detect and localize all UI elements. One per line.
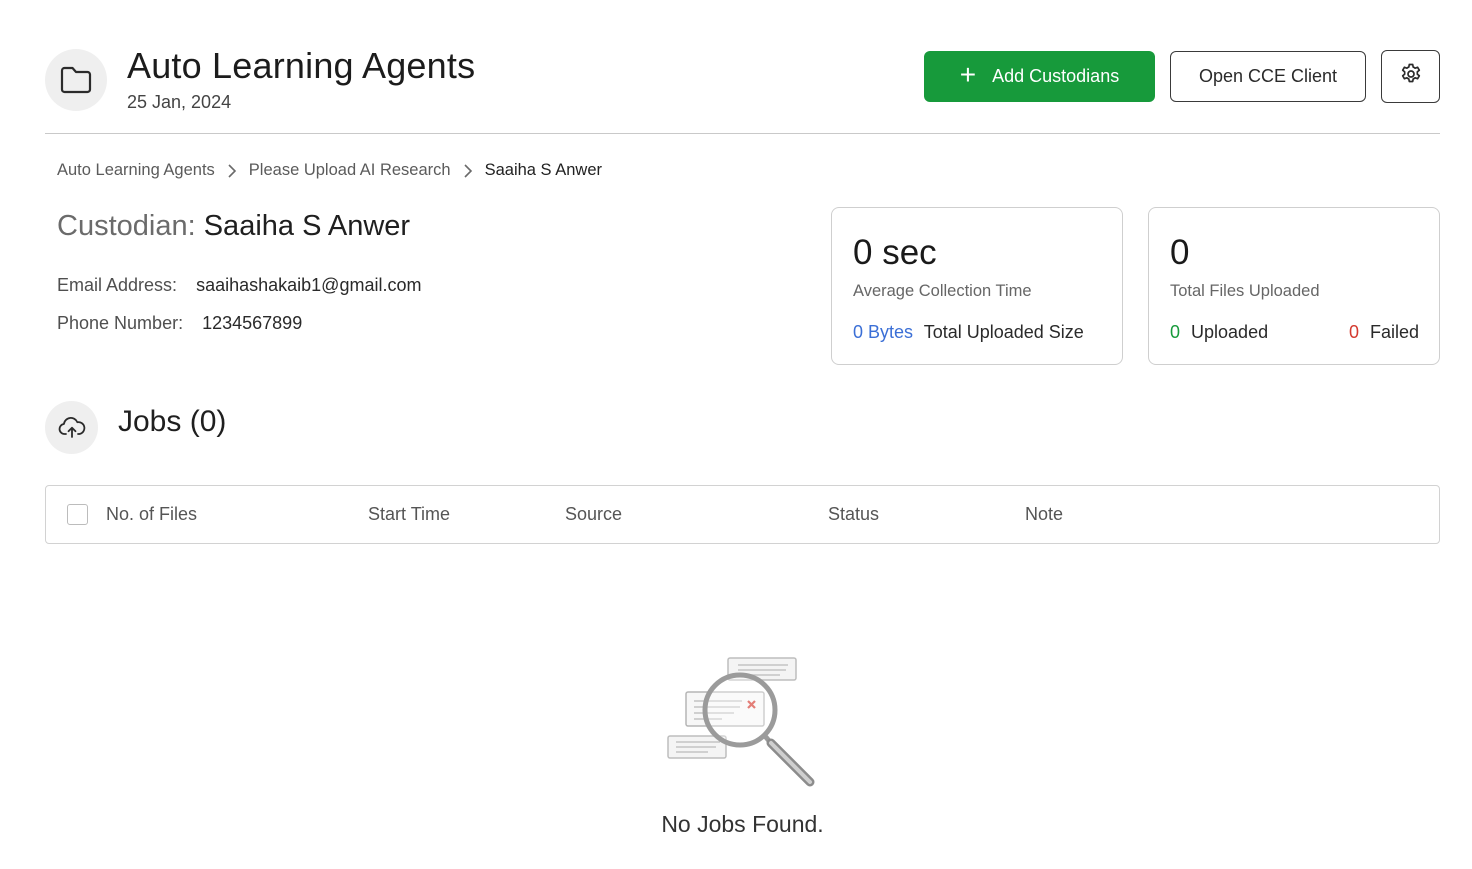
breadcrumb: Auto Learning Agents Please Upload AI Re…: [57, 161, 602, 180]
phone-label: Phone Number:: [57, 313, 184, 333]
settings-button[interactable]: [1381, 50, 1440, 103]
average-collection-time-label: Average Collection Time: [853, 282, 1032, 300]
breadcrumb-item-collection[interactable]: Please Upload AI Research: [249, 161, 451, 180]
uploaded-count-label: Uploaded: [1191, 322, 1269, 342]
uploaded-count-value: 0: [1170, 322, 1181, 342]
cloud-upload-icon: [45, 401, 98, 454]
uploaded-size-label: Total Uploaded Size: [923, 322, 1084, 342]
uploaded-size-row: 0 Bytes Total Uploaded Size: [853, 322, 1084, 343]
phone-row: Phone Number: 1234567899: [57, 313, 302, 334]
email-value: saaihashakaib1@gmail.com: [196, 275, 422, 295]
empty-state-message: No Jobs Found.: [661, 811, 824, 837]
total-files-label: Total Files Uploaded: [1170, 282, 1320, 300]
phone-value: 1234567899: [202, 313, 303, 333]
add-custodians-label: Add Custodians: [992, 66, 1120, 86]
chevron-right-icon: [463, 163, 473, 179]
open-cce-client-button[interactable]: Open CCE Client: [1170, 51, 1366, 102]
total-files-value: 0: [1170, 233, 1190, 272]
column-start-time[interactable]: Start Time: [368, 504, 450, 525]
custodian-heading: Custodian: Saaiha S Anwer: [57, 210, 410, 243]
chevron-right-icon: [227, 163, 237, 179]
plus-icon: +: [959, 59, 977, 90]
gear-icon: [1399, 62, 1423, 91]
breadcrumb-item-custodian: Saaiha S Anwer: [484, 161, 603, 179]
column-note[interactable]: Note: [1025, 504, 1063, 525]
breadcrumb-item-project[interactable]: Auto Learning Agents: [57, 161, 215, 180]
custodian-heading-label: Custodian:: [57, 210, 196, 242]
page-header: Auto Learning Agents 25 Jan, 2024 + Add …: [45, 45, 1440, 134]
column-source[interactable]: Source: [565, 504, 622, 525]
jobs-table-header: No. of Files Start Time Source Status No…: [45, 485, 1440, 544]
custodian-name: Saaiha S Anwer: [203, 210, 411, 242]
select-all-checkbox[interactable]: [67, 504, 88, 525]
failed-count-value: 0: [1348, 322, 1359, 342]
collection-time-card: 0 sec Average Collection Time 0 Bytes To…: [831, 207, 1123, 365]
files-uploaded-card: 0 Total Files Uploaded 0 Uploaded 0 Fail…: [1148, 207, 1440, 365]
uploaded-size-value: 0 Bytes: [853, 322, 914, 342]
project-title: Auto Learning Agents: [127, 45, 476, 86]
failed-count-label: Failed: [1369, 322, 1419, 342]
folder-icon: [45, 49, 107, 111]
add-custodians-button[interactable]: + Add Custodians: [924, 51, 1155, 102]
average-collection-time-value: 0 sec: [853, 233, 937, 272]
email-label: Email Address:: [57, 275, 178, 295]
email-row: Email Address: saaihashakaib1@gmail.com: [57, 275, 421, 296]
column-status[interactable]: Status: [828, 504, 879, 525]
uploaded-count-row: 0 Uploaded: [1170, 322, 1268, 343]
open-cce-client-label: Open CCE Client: [1198, 66, 1338, 86]
project-date: 25 Jan, 2024: [127, 92, 232, 112]
column-no-of-files[interactable]: No. of Files: [106, 504, 197, 525]
jobs-title: Jobs (0): [118, 405, 227, 438]
failed-count-row: 0 Failed: [1349, 322, 1419, 343]
no-results-illustration: [662, 650, 822, 790]
